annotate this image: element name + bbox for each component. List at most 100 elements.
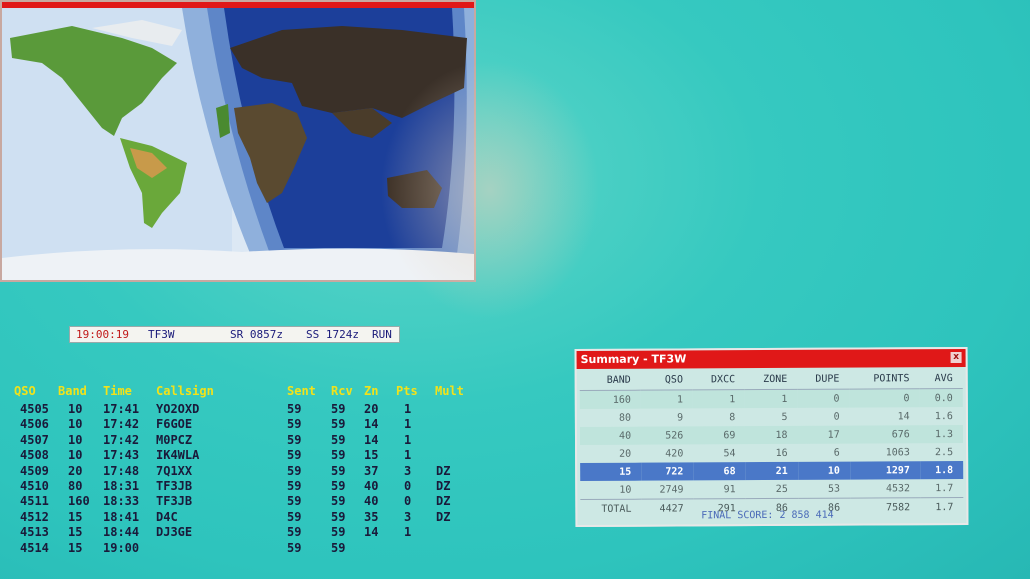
summary-cell-qso: 420: [665, 447, 684, 460]
log-cell-pts: 1: [404, 432, 412, 447]
header-mult: Mult: [435, 384, 464, 398]
close-icon[interactable]: x: [950, 352, 962, 364]
log-cell-zn: 40: [364, 479, 379, 493]
summary-cell-dupe: 0: [797, 389, 850, 408]
summary-title: Summary - TF3W: [580, 352, 687, 366]
col-zone: ZONE: [745, 369, 798, 390]
summary-row[interactable]: 15 722 68 21 10 1297 1.8: [580, 460, 964, 482]
log-cell-call: DJ3GE: [156, 525, 193, 540]
log-cell-mult: DZ: [436, 509, 451, 524]
log-cell-time: 17:42: [103, 432, 140, 447]
summary-cell-avg: 1.7: [935, 482, 954, 494]
log-cell-sent: 59: [287, 463, 302, 478]
log-row[interactable]: 4507 10 17:42 M0PCZ 59 59 14 1: [0, 433, 480, 448]
summary-cell-dxcc: 68: [693, 462, 746, 481]
log-cell-sent: 59: [287, 494, 302, 509]
header-callsign: Callsign: [156, 384, 214, 398]
log-cell-zn: 40: [364, 494, 379, 509]
log-cell-band: 10: [68, 402, 83, 416]
summary-row[interactable]: 10 2749 91 25 53 4532 1.7: [580, 479, 963, 500]
summary-cell-dupe: 0: [833, 411, 840, 423]
summary-cell-avg: 1.6: [934, 410, 953, 422]
log-cell-qso: 4512: [20, 509, 49, 524]
log-cell-sent: 59: [287, 479, 302, 493]
summary-cell-band: 80: [618, 412, 632, 424]
log-cell-sent: 59: [287, 525, 302, 540]
summary-cell-qso: 526: [641, 426, 694, 445]
summary-row[interactable]: 40 526 69 18 17 676 1.3: [579, 424, 964, 446]
log-row[interactable]: 4513 15 18:44 DJ3GE 59 59 14 1: [0, 525, 480, 540]
summary-row[interactable]: 160 1 1 1 0 0 0.0: [579, 388, 963, 410]
log-cell-band: 10: [68, 432, 83, 447]
log-row[interactable]: 4509 20 17:48 7Q1XX 59 59 37 3 DZ: [0, 464, 480, 479]
log-cell-band: 15: [68, 540, 83, 555]
summary-cell-zone: 5: [781, 411, 788, 423]
log-cell-zn: 14: [364, 432, 379, 447]
log-cell-band: 15: [68, 525, 83, 540]
col-band: BAND: [579, 370, 641, 391]
log-row[interactable]: 4514 15 19:00 59 59: [0, 541, 480, 556]
log-cell-call: YO2OXD: [156, 402, 200, 416]
log-cell-rcv: 59: [331, 463, 346, 478]
summary-cell-dupe: 17: [797, 425, 850, 444]
log-cell-qso: 4510: [20, 479, 49, 493]
header-zone: Zn: [364, 384, 379, 398]
screen-glare: [380, 60, 600, 320]
summary-cell-dxcc: 1: [693, 389, 746, 409]
col-dupe: DUPE: [797, 369, 850, 390]
log-cell-sent: 59: [287, 540, 302, 555]
log-cell-pts: 1: [404, 448, 412, 463]
summary-row[interactable]: 20 420 54 16 6 1063 2.5: [580, 443, 963, 463]
header-qso: QSO: [14, 384, 36, 398]
summary-cell-band: 20: [619, 448, 632, 460]
log-cell-band: 10: [68, 448, 83, 463]
summary-cell-zone: 21: [745, 461, 798, 481]
log-cell-call: D4C: [156, 509, 178, 524]
summary-cell-band: 15: [580, 462, 642, 482]
summary-cell-dupe: 53: [827, 483, 841, 495]
summary-window[interactable]: Summary - TF3W x BAND QSO DXCC ZONE DUPE…: [574, 346, 969, 528]
log-cell-time: 18:31: [103, 479, 140, 493]
col-avg: AVG: [919, 368, 963, 389]
header-band: Band: [58, 384, 87, 398]
header-rcv: Rcv: [331, 384, 353, 398]
summary-row[interactable]: 80 9 8 5 0 14 1.6: [580, 407, 963, 427]
log-cell-pts: 3: [404, 463, 412, 478]
header-time: Time: [103, 384, 132, 398]
log-cell-band: 80: [68, 479, 83, 493]
summary-cell-zone: 16: [775, 447, 788, 459]
log-cell-call: IK4WLA: [156, 448, 200, 463]
log-cell-time: 17:41: [103, 402, 140, 416]
log-cell-time: 19:00: [103, 540, 140, 555]
log-cell-pts: 3: [404, 509, 412, 524]
log-row[interactable]: 4506 10 17:42 F6GOE 59 59 14 1: [0, 417, 480, 432]
log-cell-rcv: 59: [331, 402, 346, 416]
log-cell-rcv: 59: [331, 417, 346, 432]
header-sent: Sent: [287, 384, 316, 398]
sunset-time: SS 1724z: [306, 328, 359, 341]
log-cell-pts: 1: [404, 525, 412, 540]
summary-cell-band: 160: [579, 390, 641, 410]
log-cell-call: M0PCZ: [156, 432, 193, 447]
log-cell-band: 10: [68, 417, 83, 432]
log-cell-sent: 59: [287, 509, 302, 524]
log-row[interactable]: 4512 15 18:41 D4C 59 59 35 3 DZ: [0, 510, 480, 525]
col-points: POINTS: [849, 369, 920, 390]
log-row[interactable]: 4508 10 17:43 IK4WLA 59 59 15 1: [0, 448, 480, 463]
log-cell-sent: 59: [287, 417, 302, 432]
log-row[interactable]: 4505 10 17:41 YO2OXD 59 59 20 1: [0, 402, 480, 417]
sunrise-time: SR 0857z: [230, 328, 283, 341]
log-cell-qso: 4513: [20, 525, 49, 540]
log-cell-zn: 37: [364, 463, 379, 478]
log-cell-call: 7Q1XX: [156, 463, 193, 478]
log-cell-pts: 0: [404, 479, 412, 493]
log-cell-band: 160: [68, 494, 90, 509]
summary-titlebar[interactable]: Summary - TF3W x: [576, 348, 966, 370]
summary-cell-avg: 1.8: [919, 460, 964, 480]
log-row[interactable]: 4511 160 18:33 TF3JB 59 59 40 0 DZ: [0, 494, 480, 509]
log-cell-sent: 59: [287, 432, 302, 447]
log-row[interactable]: 4510 80 18:31 TF3JB 59 59 40 0 DZ: [0, 479, 480, 494]
summary-cell-qso: 2749: [659, 483, 684, 496]
log-cell-qso: 4508: [20, 448, 49, 463]
log-cell-qso: 4509: [20, 463, 49, 478]
